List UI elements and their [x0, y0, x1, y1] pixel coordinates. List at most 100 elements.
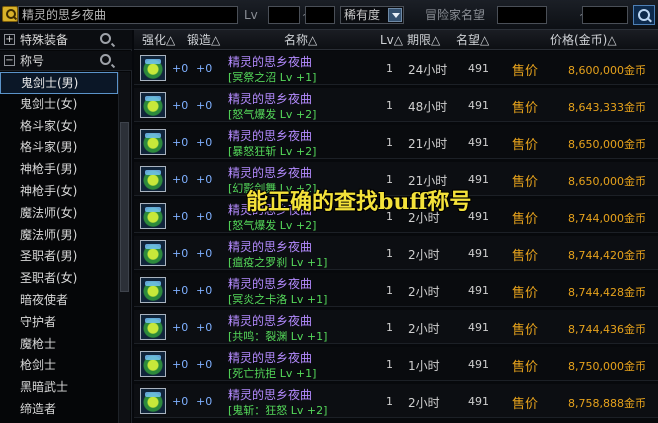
- chevron-down-icon[interactable]: [388, 8, 402, 22]
- row-period: 48小时: [408, 100, 448, 114]
- row-price-label: 售价: [512, 397, 539, 412]
- header-fame[interactable]: 名望△: [456, 33, 489, 47]
- class-list-item[interactable]: 鬼剑士(女): [0, 94, 118, 116]
- row-item-option: [死亡抗拒 Lv +1]: [228, 367, 317, 380]
- class-list: 鬼剑士(男) 鬼剑士(女) 格斗家(女) 格斗家(男) 神枪手(男) 神枪手(女) 魔法师(…: [0, 72, 118, 421]
- row-period: 2小时: [408, 396, 440, 410]
- item-icon[interactable]: [140, 240, 166, 266]
- table-row[interactable]: +0 +0 精灵的思乡夜曲 [怒气爆发 Lv +2] 1 48小时 491 售价 8,643,3…: [134, 88, 658, 122]
- row-lv: 1: [386, 99, 393, 112]
- row-lv: 1: [386, 62, 393, 75]
- item-icon[interactable]: [140, 351, 166, 377]
- class-list-item[interactable]: 魔法师(男): [0, 225, 118, 247]
- fame-max-input[interactable]: [582, 6, 628, 24]
- search-button[interactable]: [633, 5, 655, 25]
- item-icon[interactable]: [140, 129, 166, 155]
- table-row[interactable]: +0 +0 精灵的思乡夜曲 [鬼斩：狂怒 Lv +2] 1 2小时 491 售价 8,758,8…: [134, 384, 658, 418]
- class-list-item[interactable]: 格斗家(男): [0, 137, 118, 159]
- magnifier-icon[interactable]: [100, 33, 111, 44]
- header-strength[interactable]: 强化△: [142, 33, 175, 47]
- table-row[interactable]: +0 +0 精灵的思乡夜曲 [共鸣：裂渊 Lv +1] 1 2小时 491 售价 8,744,4…: [134, 310, 658, 344]
- header-price[interactable]: 价格(金币)△: [550, 33, 617, 47]
- row-item-name: 精灵的思乡夜曲: [228, 388, 313, 402]
- class-list-item[interactable]: 神枪手(女): [0, 181, 118, 203]
- row-price: 8,744,428金币: [568, 286, 646, 299]
- table-row[interactable]: +0 +0 精灵的思乡夜曲 [死亡抗拒 Lv +1] 1 1小时 491 售价 8,750,00…: [134, 347, 658, 381]
- row-price-label: 售价: [512, 101, 539, 116]
- table-row[interactable]: +0 +0 精灵的思乡夜曲 [冥炎之卡洛 Lv +1] 1 2小时 491 售价 8,744,4…: [134, 273, 658, 307]
- row-strength: +0: [172, 210, 189, 223]
- category-title[interactable]: − 称号: [0, 51, 132, 71]
- class-list-item[interactable]: 黑暗武士: [0, 377, 118, 399]
- row-price: 8,600,000金币: [568, 64, 646, 77]
- row-forge: +0: [196, 358, 213, 371]
- item-icon[interactable]: [140, 203, 166, 229]
- item-icon[interactable]: [140, 314, 166, 340]
- row-lv: 1: [386, 321, 393, 334]
- header-name[interactable]: 名称△: [284, 33, 317, 47]
- row-item-option: [怒气爆发 Lv +2]: [228, 219, 317, 232]
- row-item-option: [冥炎之卡洛 Lv +1]: [228, 293, 328, 306]
- row-price: 8,650,000金币: [568, 138, 646, 151]
- class-list-item[interactable]: 魔枪士: [0, 334, 118, 356]
- rarity-dropdown[interactable]: 稀有度: [340, 6, 404, 24]
- class-list-item[interactable]: 圣职者(女): [0, 268, 118, 290]
- item-icon[interactable]: [140, 55, 166, 81]
- class-list-item[interactable]: 神枪手(男): [0, 159, 118, 181]
- header-period[interactable]: 期限△: [407, 33, 440, 47]
- table-row[interactable]: +0 +0 精灵的思乡夜曲 [瘟疫之罗刹 Lv +1] 1 2小时 491 售价 8,744,4…: [134, 236, 658, 270]
- row-price-label: 售价: [512, 249, 539, 264]
- row-fame: 491: [468, 62, 489, 75]
- fame-min-input[interactable]: [497, 6, 547, 24]
- class-list-item[interactable]: 魔法师(女): [0, 203, 118, 225]
- row-fame: 491: [468, 247, 489, 260]
- class-list-item[interactable]: 守护者: [0, 312, 118, 334]
- class-list-item[interactable]: 圣职者(男): [0, 246, 118, 268]
- magnifier-icon[interactable]: [100, 54, 111, 65]
- row-strength: +0: [172, 247, 189, 260]
- row-price-label: 售价: [512, 360, 539, 375]
- row-item-option: [冥祭之沼 Lv +1]: [228, 71, 317, 84]
- category-panel: + 特殊装备 − 称号 鬼剑士(男) 鬼剑士(女) 格斗家(女) 格斗家(男) 神枪手(…: [0, 30, 132, 423]
- row-forge: +0: [196, 136, 213, 149]
- row-period: 2小时: [408, 285, 440, 299]
- row-fame: 491: [468, 136, 489, 149]
- collapse-icon[interactable]: −: [4, 55, 15, 66]
- class-list-item[interactable]: 缔造者: [0, 399, 118, 421]
- item-name-input[interactable]: 精灵的思乡夜曲: [18, 6, 238, 24]
- expand-icon[interactable]: +: [4, 34, 15, 45]
- item-icon[interactable]: [140, 166, 166, 192]
- row-lv: 1: [386, 247, 393, 260]
- class-list-scrollbar[interactable]: [118, 72, 130, 423]
- scrollbar-thumb[interactable]: [120, 122, 129, 292]
- item-icon[interactable]: [140, 92, 166, 118]
- row-forge: +0: [196, 173, 213, 186]
- class-list-item[interactable]: 格斗家(女): [0, 116, 118, 138]
- search-bar: 精灵的思乡夜曲 Lv ~ 稀有度 冒险家名望 ~: [0, 0, 658, 30]
- header-lv[interactable]: Lv△: [380, 33, 403, 47]
- header-forge[interactable]: 锻造△: [187, 33, 220, 47]
- lv-max-input[interactable]: [305, 6, 335, 24]
- item-icon[interactable]: [140, 388, 166, 414]
- row-lv: 1: [386, 395, 393, 408]
- row-price: 8,750,000金币: [568, 360, 646, 373]
- class-list-item[interactable]: 暗夜使者: [0, 290, 118, 312]
- row-fame: 491: [468, 358, 489, 371]
- item-icon[interactable]: [140, 277, 166, 303]
- row-item-name: 精灵的思乡夜曲: [228, 129, 313, 143]
- category-special-equipment[interactable]: + 特殊装备: [0, 30, 132, 50]
- item-search-icon[interactable]: [2, 6, 18, 22]
- table-row[interactable]: +0 +0 精灵的思乡夜曲 [暴怒狂斩 Lv +2] 1 21小时 491 售价 8,650,0…: [134, 125, 658, 159]
- class-list-item[interactable]: 枪剑士: [0, 355, 118, 377]
- class-list-item[interactable]: 鬼剑士(男): [0, 72, 118, 94]
- row-fame: 491: [468, 395, 489, 408]
- row-strength: +0: [172, 173, 189, 186]
- row-fame: 491: [468, 284, 489, 297]
- lv-min-input[interactable]: [268, 6, 300, 24]
- lv-label: Lv: [244, 8, 258, 22]
- row-item-name: 精灵的思乡夜曲: [228, 314, 313, 328]
- row-item-option: [共鸣：裂渊 Lv +1]: [228, 330, 328, 343]
- table-row[interactable]: +0 +0 精灵的思乡夜曲 [冥祭之沼 Lv +1] 1 24小时 491 售价 8,600,0…: [134, 51, 658, 85]
- row-price-label: 售价: [512, 138, 539, 153]
- row-strength: +0: [172, 62, 189, 75]
